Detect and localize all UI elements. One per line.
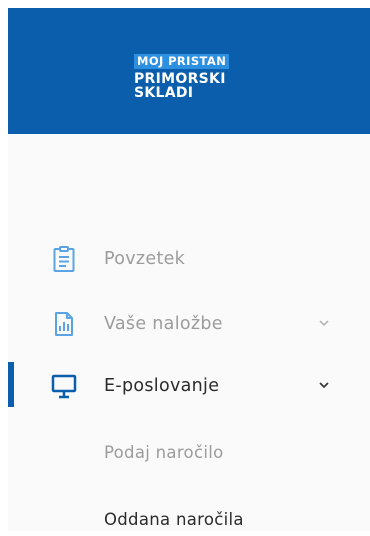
sidebar-item-vase-nalozbe[interactable]: Vaše naložbe: [8, 304, 370, 344]
submenu-item-oddana-narocila[interactable]: Oddana naročila: [104, 504, 244, 536]
submenu-item-podaj-narocilo[interactable]: Podaj naročilo: [104, 437, 224, 469]
logo-badge: MOJ PRISTAN: [134, 54, 230, 69]
chart-document-icon: [55, 312, 73, 336]
logo[interactable]: MOJ PRISTAN PRIMORSKI SKLADI: [134, 50, 274, 100]
sidebar-item-e-poslovanje[interactable]: E-poslovanje: [8, 366, 370, 406]
sidebar-item-label: Povzetek: [104, 249, 186, 269]
sidebar-item-povzetek[interactable]: Povzetek: [8, 239, 370, 279]
chevron-down-icon[interactable]: [317, 316, 331, 330]
sidebar-nav: Povzetek Vaše naložbe E-poslovanje Podaj…: [8, 134, 370, 531]
sidebar-item-label: Vaše naložbe: [104, 314, 223, 334]
sidebar-item-label: E-poslovanje: [104, 376, 220, 396]
logo-title: PRIMORSKI SKLADI: [134, 71, 226, 101]
brand-header: MOJ PRISTAN PRIMORSKI SKLADI: [8, 8, 370, 134]
monitor-icon: [51, 374, 77, 399]
chevron-down-icon[interactable]: [317, 378, 331, 392]
clipboard-icon: [53, 246, 75, 272]
